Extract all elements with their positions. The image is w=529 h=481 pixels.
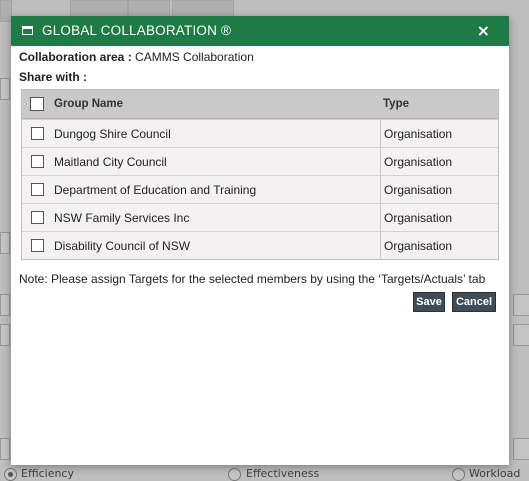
- close-icon[interactable]: ×: [477, 21, 490, 41]
- column-header-group-name[interactable]: Group Name: [52, 90, 380, 118]
- targets-note: Note: Please assign Targets for the sele…: [19, 272, 486, 286]
- row-checkbox-cell: [22, 232, 52, 259]
- type-cell: Organisation: [384, 210, 453, 225]
- row-checkbox[interactable]: [30, 211, 44, 224]
- grid-header: Group Name Type: [22, 90, 498, 119]
- row-checkbox-cell: [22, 176, 52, 203]
- group-name-cell: Dungog Shire Council: [52, 120, 381, 147]
- row-checkbox[interactable]: [30, 239, 44, 252]
- dialog-titlebar: GLOBAL COLLABORATION ® ×: [11, 16, 509, 46]
- type-cell: Organisation: [384, 154, 453, 169]
- type-cell: Organisation: [384, 182, 453, 197]
- column-header-type[interactable]: Type: [380, 90, 498, 118]
- row-checkbox[interactable]: [30, 127, 44, 140]
- select-all-checkbox[interactable]: [30, 97, 44, 111]
- row-checkbox[interactable]: [30, 183, 44, 196]
- cancel-button[interactable]: Cancel: [452, 292, 496, 312]
- window-icon: [22, 26, 33, 35]
- collaboration-area-value: CAMMS Collaboration: [135, 50, 254, 64]
- share-with-grid: Group Name Type Dungog Shire Council Org…: [21, 89, 499, 260]
- collaboration-area: Collaboration area : CAMMS Collaboration: [19, 50, 254, 64]
- table-row[interactable]: Department of Education and Training Org…: [22, 175, 498, 203]
- group-name-cell: Maitland City Council: [52, 148, 381, 175]
- table-row[interactable]: Dungog Shire Council Organisation: [22, 119, 498, 147]
- table-row[interactable]: NSW Family Services Inc Organisation: [22, 203, 498, 231]
- share-with-label: Share with :: [19, 70, 88, 84]
- table-row[interactable]: Disability Council of NSW Organisation: [22, 231, 498, 259]
- header-checkbox-cell: [22, 90, 52, 118]
- group-name-cell: Department of Education and Training: [52, 176, 381, 203]
- dialog-title: GLOBAL COLLABORATION ®: [42, 23, 232, 38]
- group-name-cell: Disability Council of NSW: [52, 232, 381, 259]
- save-button[interactable]: Save: [413, 292, 445, 312]
- row-checkbox-cell: [22, 148, 52, 175]
- row-checkbox-cell: [22, 204, 52, 231]
- global-collaboration-dialog: GLOBAL COLLABORATION ® × Collaboration a…: [11, 16, 509, 465]
- group-name-cell: NSW Family Services Inc: [52, 204, 381, 231]
- type-cell: Organisation: [384, 126, 453, 141]
- collaboration-area-label: Collaboration area :: [19, 50, 132, 64]
- type-cell: Organisation: [384, 238, 453, 253]
- row-checkbox-cell: [22, 120, 52, 147]
- row-checkbox[interactable]: [30, 155, 44, 168]
- table-row[interactable]: Maitland City Council Organisation: [22, 147, 498, 175]
